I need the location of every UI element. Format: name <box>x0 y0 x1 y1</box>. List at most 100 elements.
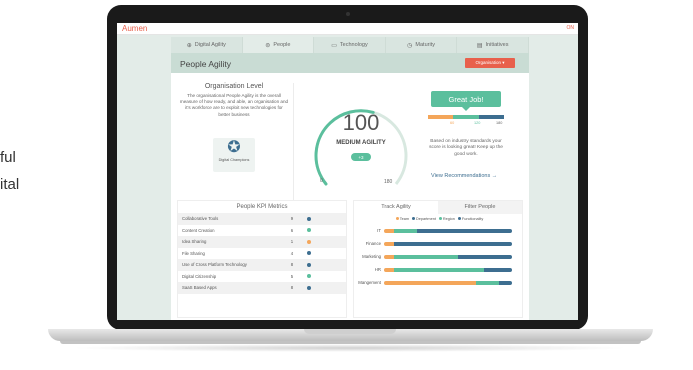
kpi-row[interactable]: Collaborative Tools 9 <box>178 213 346 225</box>
kpi-value: 4 <box>290 250 294 256</box>
tab-maturity[interactable]: ◷ Maturity <box>385 37 458 53</box>
track-row[interactable]: Finance <box>354 237 522 250</box>
legend-dot <box>457 217 461 220</box>
brand-logo[interactable]: Aumen <box>122 24 147 33</box>
stacked-bar <box>384 241 512 246</box>
tab-technology[interactable]: ▭ Technology <box>314 37 386 53</box>
kpi-name: Idea Sharing <box>182 239 207 245</box>
status-dot <box>307 239 311 244</box>
kpi-value: 6 <box>290 227 294 233</box>
tab-initiatives[interactable]: ▤ Initiatives <box>457 37 529 53</box>
scale-label-60: 60 <box>450 121 455 125</box>
globe-icon: ⊕ <box>186 42 192 49</box>
laptop-notch <box>304 329 396 334</box>
bar-segment <box>499 280 512 285</box>
people-agility-panel: People Agility Organisation ▾ Organisati… <box>171 53 529 320</box>
kpi-title: People KPI Metrics <box>236 204 288 210</box>
bar-segment <box>483 267 512 272</box>
track-label: HR <box>374 267 381 272</box>
divider <box>293 83 294 201</box>
track-tabs: Track Agility Filter People <box>354 201 522 214</box>
scale-label-180: 180 <box>496 121 503 125</box>
tab-filter-people[interactable]: Filter People <box>438 201 522 214</box>
kpi-row[interactable]: File Sharing 4 <box>178 248 346 260</box>
track-rows: IT Finance Marketing HR Mangement <box>354 224 522 289</box>
status-dot <box>307 251 311 256</box>
track-row[interactable]: Mangement <box>354 276 522 289</box>
bar-segment <box>394 267 484 272</box>
bar-segment <box>394 228 418 233</box>
document-icon: ▤ <box>476 42 483 49</box>
bar-segment <box>384 228 395 233</box>
kpi-name: Use of Cross Platform Technology <box>182 262 247 268</box>
bar-segment <box>394 254 459 259</box>
track-label: Marketing <box>362 254 381 259</box>
organisation-level: Organisation Level The organisational Pe… <box>179 83 289 118</box>
status-dot <box>307 285 311 290</box>
top-right-indicator[interactable]: ON <box>567 25 575 31</box>
track-label: IT <box>377 228 381 233</box>
main-tabs: ⊕ Digital Agility ⊜ People ▭ Technology ◷ Ma… <box>171 37 529 53</box>
org-level-heading: Organisation Level <box>204 83 264 90</box>
bar-segment <box>432 241 512 246</box>
stacked-bar <box>384 228 512 233</box>
track-row[interactable]: Marketing <box>354 250 522 263</box>
view-recommendations-link[interactable]: View Recommendations → <box>431 173 511 179</box>
scale-low <box>428 115 454 119</box>
kpi-row[interactable]: Digital Citizenship 5 <box>178 271 346 283</box>
tab-label: People <box>273 42 291 48</box>
tab-track-agility[interactable]: Track Agility <box>354 201 438 214</box>
legend-dot <box>395 217 399 220</box>
tab-label: Maturity <box>415 42 435 48</box>
kpi-value: 8 <box>290 285 294 291</box>
kpi-value: 5 <box>290 273 294 279</box>
scale-labels: 60 120 180 <box>428 121 504 127</box>
bar-segment <box>458 254 512 259</box>
kpi-row[interactable]: Content Creation 6 <box>178 225 346 237</box>
legend-label: Team <box>399 217 410 221</box>
track-agility-card: Track Agility Filter People Team Departme… <box>353 200 523 318</box>
award-icon: ✪ <box>227 139 241 156</box>
camera <box>346 12 350 16</box>
bar-segment <box>384 280 477 285</box>
industry-message: Based on industry standards your score i… <box>429 139 503 157</box>
scale-high <box>478 115 504 119</box>
status-dot <box>307 274 311 279</box>
agility-gauge <box>314 109 408 186</box>
digital-champions-badge[interactable]: ✪ Digital Champions <box>213 138 255 172</box>
bar-segment <box>384 241 395 246</box>
organisation-dropdown[interactable]: Organisation ▾ <box>465 58 515 68</box>
status-dot <box>307 228 311 233</box>
tab-people[interactable]: ⊜ People <box>242 37 315 53</box>
kpi-name: SaaS Based Apps <box>182 285 217 291</box>
track-label: Finance <box>365 241 381 246</box>
kpi-row[interactable]: Use of Cross Platform Technology 8 <box>178 259 346 271</box>
kpi-row[interactable]: SaaS Based Apps 8 <box>178 282 346 294</box>
screen: Aumen ON ⊕ Digital Agility ⊜ People ▭ Techn… <box>117 23 578 320</box>
kpi-name: File Sharing <box>182 250 205 256</box>
tab-label: Technology <box>339 42 368 48</box>
agility-score: 100 <box>342 110 380 135</box>
scale-mid <box>453 115 479 119</box>
kpi-value: 9 <box>290 216 294 222</box>
top-bar: Aumen ON <box>117 23 578 35</box>
kpi-metrics-card: People KPI Metrics Collaborative Tools 9 C… <box>177 200 347 318</box>
kpi-value: 1 <box>290 239 294 245</box>
score-scale <box>428 115 504 119</box>
kpi-name: Digital Citizenship <box>182 273 217 279</box>
chart-legend: Team Department Region Functionality <box>354 214 522 224</box>
kpi-row[interactable]: Idea Sharing 1 <box>178 236 346 248</box>
agility-level: MEDIUM AGILITY <box>336 140 386 146</box>
gauge-min: 0 <box>320 178 323 184</box>
bar-segment <box>476 280 500 285</box>
status-dot <box>307 262 311 267</box>
track-row[interactable]: HR <box>354 263 522 276</box>
track-row[interactable]: IT <box>354 224 522 237</box>
tab-digital-agility[interactable]: ⊕ Digital Agility <box>171 37 243 53</box>
legend-label: Region <box>442 217 455 221</box>
background-text-2: ital <box>0 176 20 193</box>
org-level-description: The organisational People Agility is the… <box>179 93 289 117</box>
gauge-max: 180 <box>384 179 393 185</box>
monitor-icon: ▭ <box>331 42 337 49</box>
stacked-bar <box>384 280 512 285</box>
